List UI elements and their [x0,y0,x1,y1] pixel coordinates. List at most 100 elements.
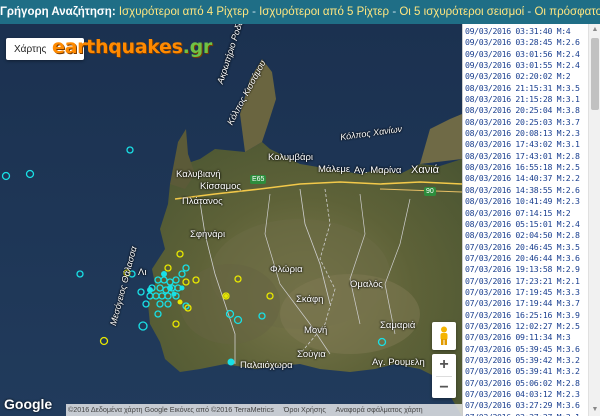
terms-link[interactable]: Όροι Χρήσης [284,405,326,414]
place-label: Μάλεμε [318,164,351,175]
quake-marker [172,276,180,284]
quake-list-item[interactable]: 08/03/2016 17:43:01 M:2.8 [465,151,586,162]
quake-time: 20:25:04 [515,105,553,116]
quake-list-item[interactable]: 09/03/2016 03:01:56 M:2.4 [465,49,586,60]
zoom-in-button[interactable]: + [432,354,456,376]
google-logo[interactable]: Google [4,396,52,412]
quake-magnitude: M:3.1 [556,94,580,105]
quake-list-item[interactable]: 07/03/2016 05:39:41 M:3.2 [465,366,586,377]
quake-date: 08/03/2016 [465,162,511,173]
quake-time: 02:20:02 [515,71,553,82]
quake-marker [164,264,172,272]
quake-date: 07/03/2016 [465,332,511,343]
quake-date: 07/03/2016 [465,389,511,399]
report-error-link[interactable]: Αναφορά σφάλματος χάρτη [335,405,422,414]
quake-list-item[interactable]: 07/03/2016 17:19:44 M:3.7 [465,298,586,309]
quake-list-item[interactable]: 09/03/2016 03:28:45 M:2.6 [465,37,586,48]
quake-list-item[interactable]: 07/03/2016 09:11:34 M:3 [465,332,586,343]
quake-magnitude: M:2.3 [556,128,580,139]
quake-list-item[interactable]: 08/03/2016 02:04:50 M:2.8 [465,230,586,241]
zoom-control[interactable]: + − [432,354,456,398]
quake-list-item[interactable]: 07/03/2016 03:27:27 M:3.1 [465,412,586,416]
quake-list-item[interactable]: 08/03/2016 20:08:13 M:2.3 [465,128,586,139]
map-canvas[interactable]: Ακρωτήριο Ροδοπού Κόλπος Κισσάμου Κόλπος… [0,24,462,416]
quake-date: 07/03/2016 [465,309,511,320]
quake-marker [99,336,109,346]
quake-list-item[interactable]: 09/03/2016 03:31:40 M:4 [465,26,586,37]
quake-time: 05:39:41 [515,366,553,377]
quake-time: 03:27:27 [515,412,552,416]
quake-time: 20:25:03 [515,116,553,127]
quake-time: 21:15:31 [515,82,553,93]
zoom-out-button[interactable]: − [432,377,456,399]
quake-list-item[interactable]: 08/03/2016 20:25:03 M:3.7 [465,117,586,128]
place-label: Μονή [304,325,328,336]
quake-time: 17:43:02 [515,139,553,150]
quake-marker [1,171,11,181]
quake-magnitude: M:2.8 [556,377,580,388]
quake-marker [234,275,242,283]
quake-marker [25,169,35,179]
quick-search-bar: Γρήγορη Αναζήτηση: Ισχυρότεροι από 4 Ρίχ… [0,0,600,24]
quake-date: 07/03/2016 [465,366,511,377]
scrollbar[interactable]: ▲ ▼ [588,24,600,416]
quake-list-item[interactable]: 07/03/2016 17:19:45 M:3.3 [465,287,586,298]
quake-list-item[interactable]: 08/03/2016 20:25:04 M:3.8 [465,105,586,116]
map-type-button[interactable]: Χάρτης [14,44,46,55]
link-stronger-than-5[interactable]: Ισχυρότεροι από 5 Ρίχτερ [259,6,389,18]
quake-list-item[interactable]: 08/03/2016 16:55:18 M:2.5 [465,162,586,173]
quake-list-item[interactable]: 08/03/2016 17:43:02 M:3.1 [465,139,586,150]
quake-time: 14:40:37 [515,173,553,184]
site-logo[interactable]: earthquakes.gr [52,36,212,58]
quake-date: 08/03/2016 [465,94,511,105]
quake-list-item[interactable]: 07/03/2016 05:39:42 M:3.2 [465,355,586,366]
quake-time: 19:13:58 [515,264,553,275]
scroll-up-icon[interactable]: ▲ [589,24,600,36]
quake-list-item[interactable]: 08/03/2016 21:15:31 M:3.5 [465,83,586,94]
pegman-icon [440,326,448,345]
quake-list-item[interactable]: 08/03/2016 14:38:55 M:2.6 [465,185,586,196]
quake-list-item[interactable]: 07/03/2016 05:06:02 M:2.8 [465,378,586,389]
quake-list-item[interactable]: 07/03/2016 20:46:45 M:3.5 [465,242,586,253]
quake-marker [161,271,167,277]
quake-list-item[interactable]: 07/03/2016 19:13:58 M:2.9 [465,264,586,275]
quake-list-item[interactable]: 07/03/2016 17:23:21 M:2.1 [465,276,586,287]
place-label: Σφηνάρι [190,229,226,240]
quake-list-item[interactable]: 08/03/2016 14:40:37 M:2.2 [465,173,586,184]
quake-list-item[interactable]: 08/03/2016 07:14:15 M:2 [465,208,586,219]
quake-list-item[interactable]: 09/03/2016 03:01:55 M:2.4 [465,60,586,71]
quake-date: 07/03/2016 [465,241,511,252]
quake-list: 09/03/2016 03:31:40 M:4 09/03/2016 03:28:… [465,26,586,416]
quake-time: 03:01:55 [515,60,553,71]
quake-list-item[interactable]: 07/03/2016 12:02:27 M:2.5 [465,321,586,332]
quake-list-item[interactable]: 08/03/2016 21:15:28 M:3.1 [465,94,586,105]
street-view-pegman[interactable] [432,322,456,350]
quake-marker [172,320,180,328]
quake-date: 07/03/2016 [465,286,511,297]
quake-time: 16:25:16 [515,309,553,320]
quake-list-item[interactable]: 09/03/2016 02:20:02 M:2 [465,71,586,82]
quake-date: 07/03/2016 [465,343,511,354]
scroll-down-icon[interactable]: ▼ [589,404,600,416]
link-recent-quakes[interactable]: Οι πρόσφατοι σεισμοί [534,6,600,18]
quake-list-item[interactable]: 07/03/2016 20:46:44 M:3.6 [465,253,586,264]
place-label: Σκάφη [296,294,324,305]
quake-magnitude: M:3.9 [556,309,580,320]
quake-marker [164,300,172,308]
link-stronger-than-4[interactable]: Ισχυρότεροι από 4 Ρίχτερ [119,6,249,18]
quake-magnitude: M:3.8 [556,105,580,116]
quake-list-item[interactable]: 07/03/2016 05:39:45 M:3.6 [465,344,586,355]
quake-list-item[interactable]: 08/03/2016 10:41:49 M:2.3 [465,196,586,207]
quake-marker [225,309,235,319]
quake-list-item[interactable]: 08/03/2016 05:15:01 M:2.4 [465,219,586,230]
quake-time: 03:01:56 [515,48,553,59]
link-top-5-strongest[interactable]: Οι 5 ισχυρότεροι σεισμοί [399,6,524,18]
quake-date: 09/03/2016 [465,26,511,36]
quake-list-item[interactable]: 07/03/2016 16:25:16 M:3.9 [465,310,586,321]
quake-magnitude: M:2.2 [556,173,580,184]
quake-list-item[interactable]: 07/03/2016 04:03:12 M:2.3 [465,389,586,400]
quake-time: 05:39:42 [515,354,553,365]
quake-magnitude: M:3.5 [556,82,580,93]
quake-list-item[interactable]: 07/03/2016 03:27:29 M:3.6 [465,400,586,411]
scroll-thumb[interactable] [591,38,599,110]
